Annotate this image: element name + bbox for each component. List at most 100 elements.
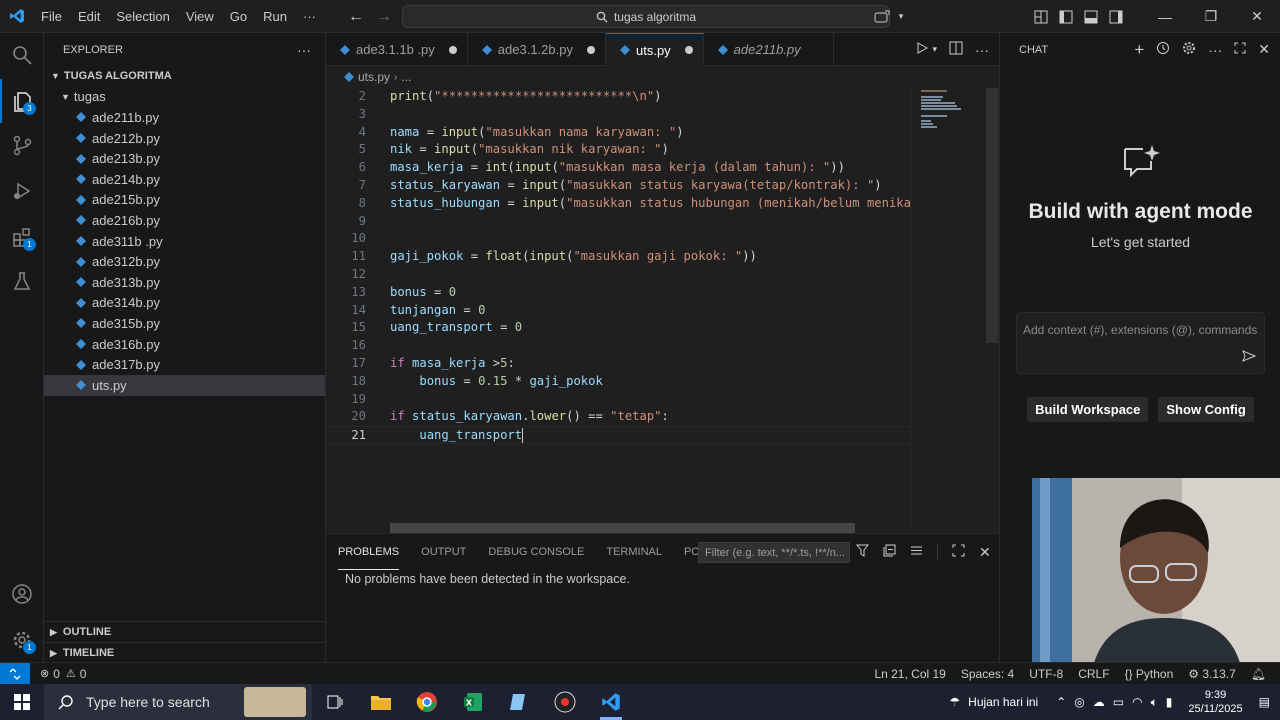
cursor-position[interactable]: Ln 21, Col 19 (874, 667, 945, 681)
chrome-app[interactable] (404, 684, 450, 720)
problems-status[interactable]: ⊗ 0 ⚠ 0 (40, 667, 86, 681)
search-view-button[interactable] (0, 33, 44, 77)
notification-center-icon[interactable]: ▤ (1259, 695, 1270, 709)
encoding[interactable]: UTF-8 (1029, 667, 1063, 681)
maximize-panel-icon[interactable] (952, 544, 965, 560)
file-item[interactable]: ade315b.py (44, 313, 325, 334)
meet-now-icon[interactable]: ◎ (1074, 695, 1084, 709)
task-view-button[interactable] (312, 684, 358, 720)
volume-icon[interactable]: 🔈︎ (1151, 695, 1158, 710)
menu-file[interactable]: File (33, 0, 70, 33)
customize-layout-icon[interactable] (1028, 10, 1053, 24)
folder-tugas[interactable]: ▼ tugas (44, 87, 325, 108)
file-item[interactable]: ade214b.py (44, 169, 325, 190)
split-editor-icon[interactable] (949, 41, 963, 58)
restore-button[interactable]: ❐ (1188, 0, 1234, 33)
file-item[interactable]: ade212b.py (44, 128, 325, 149)
wifi-icon[interactable]: ◠ (1132, 695, 1142, 709)
editor-tab[interactable]: uts.py (605, 33, 704, 66)
chevron-up-icon[interactable]: ⌃ (1056, 695, 1066, 709)
manage-settings-button[interactable]: 1 (0, 618, 44, 662)
file-item[interactable]: ade215b.py (44, 190, 325, 211)
breadcrumb-file[interactable]: uts.py (358, 70, 390, 84)
menu-edit[interactable]: Edit (70, 0, 108, 33)
new-chat-icon[interactable]: + (1134, 40, 1144, 60)
horizontal-scrollbar[interactable] (390, 523, 855, 533)
menu-more[interactable]: ··· (295, 0, 324, 33)
gear-icon[interactable] (1182, 41, 1196, 58)
file-item[interactable]: ade311b .py (44, 231, 325, 252)
editor-tab[interactable]: ade3.1.1b .py (326, 33, 468, 66)
command-center-search[interactable]: tugas algoritma (402, 5, 890, 28)
chevron-down-icon[interactable]: ▾ (932, 44, 937, 55)
remote-indicator-icon[interactable] (0, 662, 30, 685)
chevron-down-icon[interactable]: ▾ (894, 11, 908, 22)
indentation[interactable]: Spaces: 4 (961, 667, 1014, 681)
file-item[interactable]: ade312b.py (44, 251, 325, 272)
file-item[interactable]: ade316b.py (44, 334, 325, 355)
close-panel-icon[interactable]: ✕ (979, 544, 991, 561)
show-config-button[interactable]: Show Config (1158, 397, 1254, 422)
notifications-bell-icon[interactable]: 🔔︎ (1251, 667, 1266, 681)
explorer-view-button[interactable]: 3 (0, 79, 44, 123)
weather-text[interactable]: Hujan hari ini (968, 695, 1038, 709)
excel-app[interactable]: X (450, 684, 496, 720)
more-actions-icon[interactable]: ··· (297, 42, 311, 58)
screen-recorder-app[interactable] (542, 684, 588, 720)
send-icon[interactable] (1242, 350, 1257, 365)
editor-tab[interactable]: ade211b.py (704, 33, 834, 66)
accounts-button[interactable] (0, 572, 44, 616)
menu-view[interactable]: View (178, 0, 222, 33)
maximize-icon[interactable] (1234, 42, 1246, 57)
view-as-list-icon[interactable] (910, 544, 923, 560)
python-interpreter[interactable]: ⚙ 3.13.7 (1188, 667, 1235, 681)
tab-terminal[interactable]: TERMINAL (606, 534, 662, 570)
run-python-icon[interactable] (916, 42, 929, 57)
forward-arrow-icon[interactable]: → (376, 8, 392, 26)
build-workspace-button[interactable]: Build Workspace (1027, 397, 1149, 422)
minimap[interactable] (910, 88, 998, 528)
close-window-button[interactable]: ✕ (1234, 0, 1280, 33)
run-debug-button[interactable] (0, 169, 44, 213)
copilot-icon[interactable] (869, 10, 894, 24)
file-item[interactable]: ade213b.py (44, 148, 325, 169)
file-item[interactable]: ade313b.py (44, 272, 325, 293)
menu-go[interactable]: Go (222, 0, 255, 33)
testing-button[interactable] (0, 259, 44, 303)
tab-output[interactable]: OUTPUT (421, 534, 466, 570)
file-item[interactable]: uts.py (44, 374, 325, 396)
file-item[interactable]: ade314b.py (44, 293, 325, 314)
notepad-app[interactable] (496, 684, 542, 720)
menu-run[interactable]: Run (255, 0, 295, 33)
clock[interactable]: 9:39 25/11/2025 (1188, 688, 1242, 716)
timeline-section[interactable]: ▶ TIMELINE (44, 642, 326, 663)
extensions-button[interactable]: 1 (0, 215, 44, 259)
file-item[interactable]: ade216b.py (44, 210, 325, 231)
toggle-secondary-sidebar-icon[interactable] (1103, 10, 1128, 24)
language-mode[interactable]: {} Python (1125, 667, 1174, 681)
unsaved-dot-icon[interactable] (586, 45, 595, 54)
start-button[interactable] (0, 684, 44, 720)
chat-input[interactable]: Add context (#), extensions (@), command… (1016, 312, 1265, 374)
outline-section[interactable]: ▶ OUTLINE (44, 621, 326, 642)
close-icon[interactable]: ✕ (1258, 41, 1270, 58)
microphone-icon[interactable]: ▮ (1166, 695, 1173, 709)
workspace-root[interactable]: ▼ TUGAS ALGORITMA (44, 66, 325, 87)
network-icon[interactable]: ▭ (1113, 695, 1124, 709)
filter-icon[interactable] (855, 544, 870, 560)
more-actions-icon[interactable]: ··· (1208, 42, 1222, 58)
file-explorer-app[interactable] (358, 684, 404, 720)
problems-filter-input[interactable]: Filter (e.g. text, **/*.ts, !**/n... (698, 542, 850, 563)
history-icon[interactable] (1156, 41, 1170, 58)
breadcrumb-symbol[interactable]: ... (401, 70, 411, 84)
more-actions-icon[interactable]: ··· (975, 42, 989, 58)
toggle-panel-icon[interactable] (1078, 10, 1103, 24)
cloud-icon[interactable]: ☁ (1093, 695, 1105, 709)
code-editor[interactable]: 2 print("**************************\n") 3 4… (326, 88, 910, 528)
unsaved-dot-icon[interactable] (684, 46, 693, 54)
end-of-line[interactable]: CRLF (1078, 667, 1109, 681)
vscode-app[interactable] (588, 684, 634, 720)
editor-tab[interactable]: ade3.1.2b.py (468, 33, 606, 66)
tab-debug-console[interactable]: DEBUG CONSOLE (488, 534, 584, 570)
tab-problems[interactable]: PROBLEMS (338, 534, 400, 570)
